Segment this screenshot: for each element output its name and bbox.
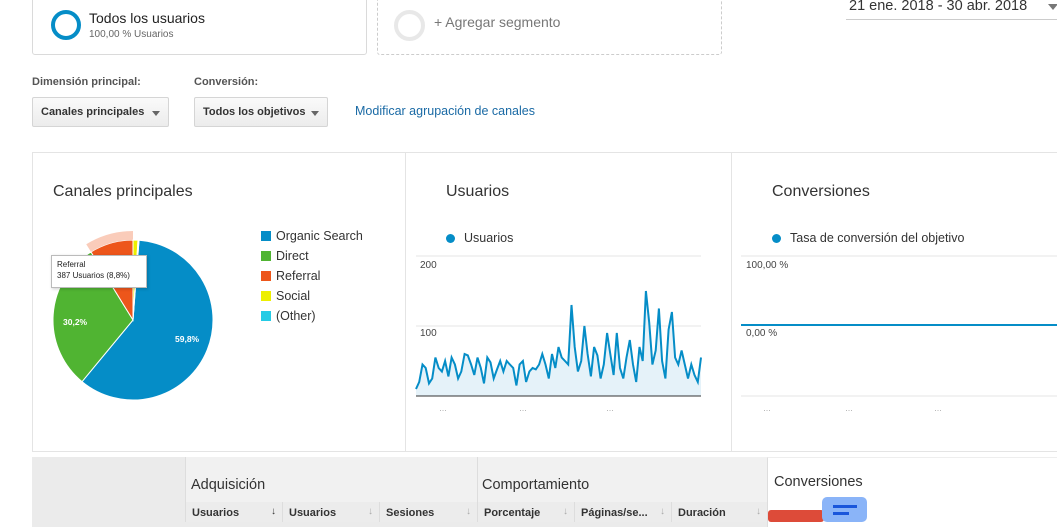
- column-header-new-users[interactable]: Usuarios ↓: [282, 502, 379, 522]
- column-label: Duración: [678, 507, 726, 519]
- column-label: Sesiones: [386, 507, 435, 519]
- x-tick-ellipsis: …: [606, 404, 614, 413]
- column-header-users[interactable]: Usuarios ↓: [185, 502, 282, 522]
- column-label: Usuarios: [192, 507, 240, 519]
- acquisition-title: Adquisición: [191, 477, 266, 493]
- column-label: Porcentaje: [484, 507, 541, 519]
- sort-icon: ↓: [466, 506, 471, 517]
- goal-selector-button[interactable]: [822, 497, 867, 522]
- conversions-table-title: Conversiones: [774, 474, 863, 490]
- sort-icon: ↓: [660, 506, 665, 517]
- sort-desc-icon: ↓: [271, 506, 276, 517]
- users-area-chart[interactable]: … … …: [0, 0, 731, 452]
- sort-icon: ↓: [756, 506, 761, 517]
- conversions-line-chart[interactable]: … … …: [731, 0, 1057, 452]
- x-tick-ellipsis: …: [519, 404, 527, 413]
- column-header-bounce-rate[interactable]: Porcentaje ↓: [477, 502, 574, 522]
- sort-icon: ↓: [368, 506, 373, 517]
- sort-icon: ↓: [563, 506, 568, 517]
- column-header-sessions[interactable]: Sesiones ↓: [379, 502, 477, 522]
- menu-bar-icon: [833, 512, 849, 515]
- column-header-duration[interactable]: Duración ↓: [671, 502, 767, 522]
- column-label: Usuarios: [289, 507, 337, 519]
- column-header-pages-per-session[interactable]: Páginas/se... ↓: [574, 502, 671, 522]
- menu-bar-icon: [833, 505, 857, 508]
- x-tick-ellipsis: …: [934, 404, 942, 413]
- behavior-title: Comportamiento: [482, 477, 590, 493]
- x-tick-ellipsis: …: [763, 404, 771, 413]
- red-block-icon: [768, 510, 824, 522]
- x-tick-ellipsis: …: [845, 404, 853, 413]
- column-label: Páginas/se...: [581, 507, 648, 519]
- users-area-fill: [416, 291, 701, 396]
- x-tick-ellipsis: …: [439, 404, 447, 413]
